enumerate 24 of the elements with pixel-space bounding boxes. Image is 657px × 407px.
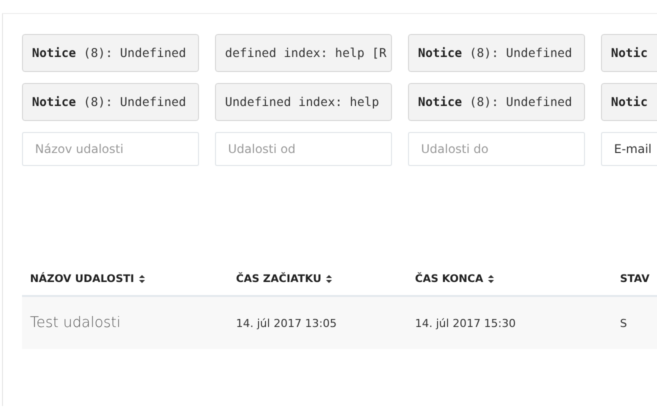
table-cell-text: 14. júl 2017 13:05: [236, 316, 338, 330]
notice-message: Notic: [601, 34, 657, 72]
notice-message: defined index: help [R: [215, 34, 392, 72]
filter-input-field[interactable]: Udalosti od: [215, 132, 392, 166]
notice-message: Undefined index: help: [215, 83, 392, 121]
table-cell-text: S: [620, 316, 628, 330]
column-header[interactable]: STAV: [620, 272, 657, 284]
filter-input-field[interactable]: E-mail: [601, 132, 657, 166]
sort-icon: [139, 274, 146, 282]
filter-input-field[interactable]: Udalosti do: [408, 132, 585, 166]
notice-message: Notice (8): Undefined: [22, 34, 199, 72]
column-header[interactable]: ČAS ZAČIATKU: [236, 272, 415, 284]
notice-message: Notice (8): Undefined: [22, 83, 199, 121]
table-row[interactable]: Test udalosti 14. júl 2017 13:05 14. júl 2017 15:30 S: [22, 297, 657, 349]
column-header[interactable]: NÁZOV UDALOSTI: [30, 272, 236, 284]
sort-icon: [488, 274, 494, 282]
column-header[interactable]: ČAS KONCA: [415, 272, 620, 284]
table-cell-text: 14. júl 2017 15:30: [415, 316, 517, 330]
notice-message: Notice (8): Undefined: [408, 34, 585, 72]
filter-input-field[interactable]: Názov udalosti: [22, 132, 199, 166]
notice-message: Notic: [601, 83, 657, 121]
sort-icon: [326, 274, 332, 282]
notice-message: Notice (8): Undefined: [408, 83, 585, 121]
table-cell-text: Test udalosti: [30, 315, 122, 331]
